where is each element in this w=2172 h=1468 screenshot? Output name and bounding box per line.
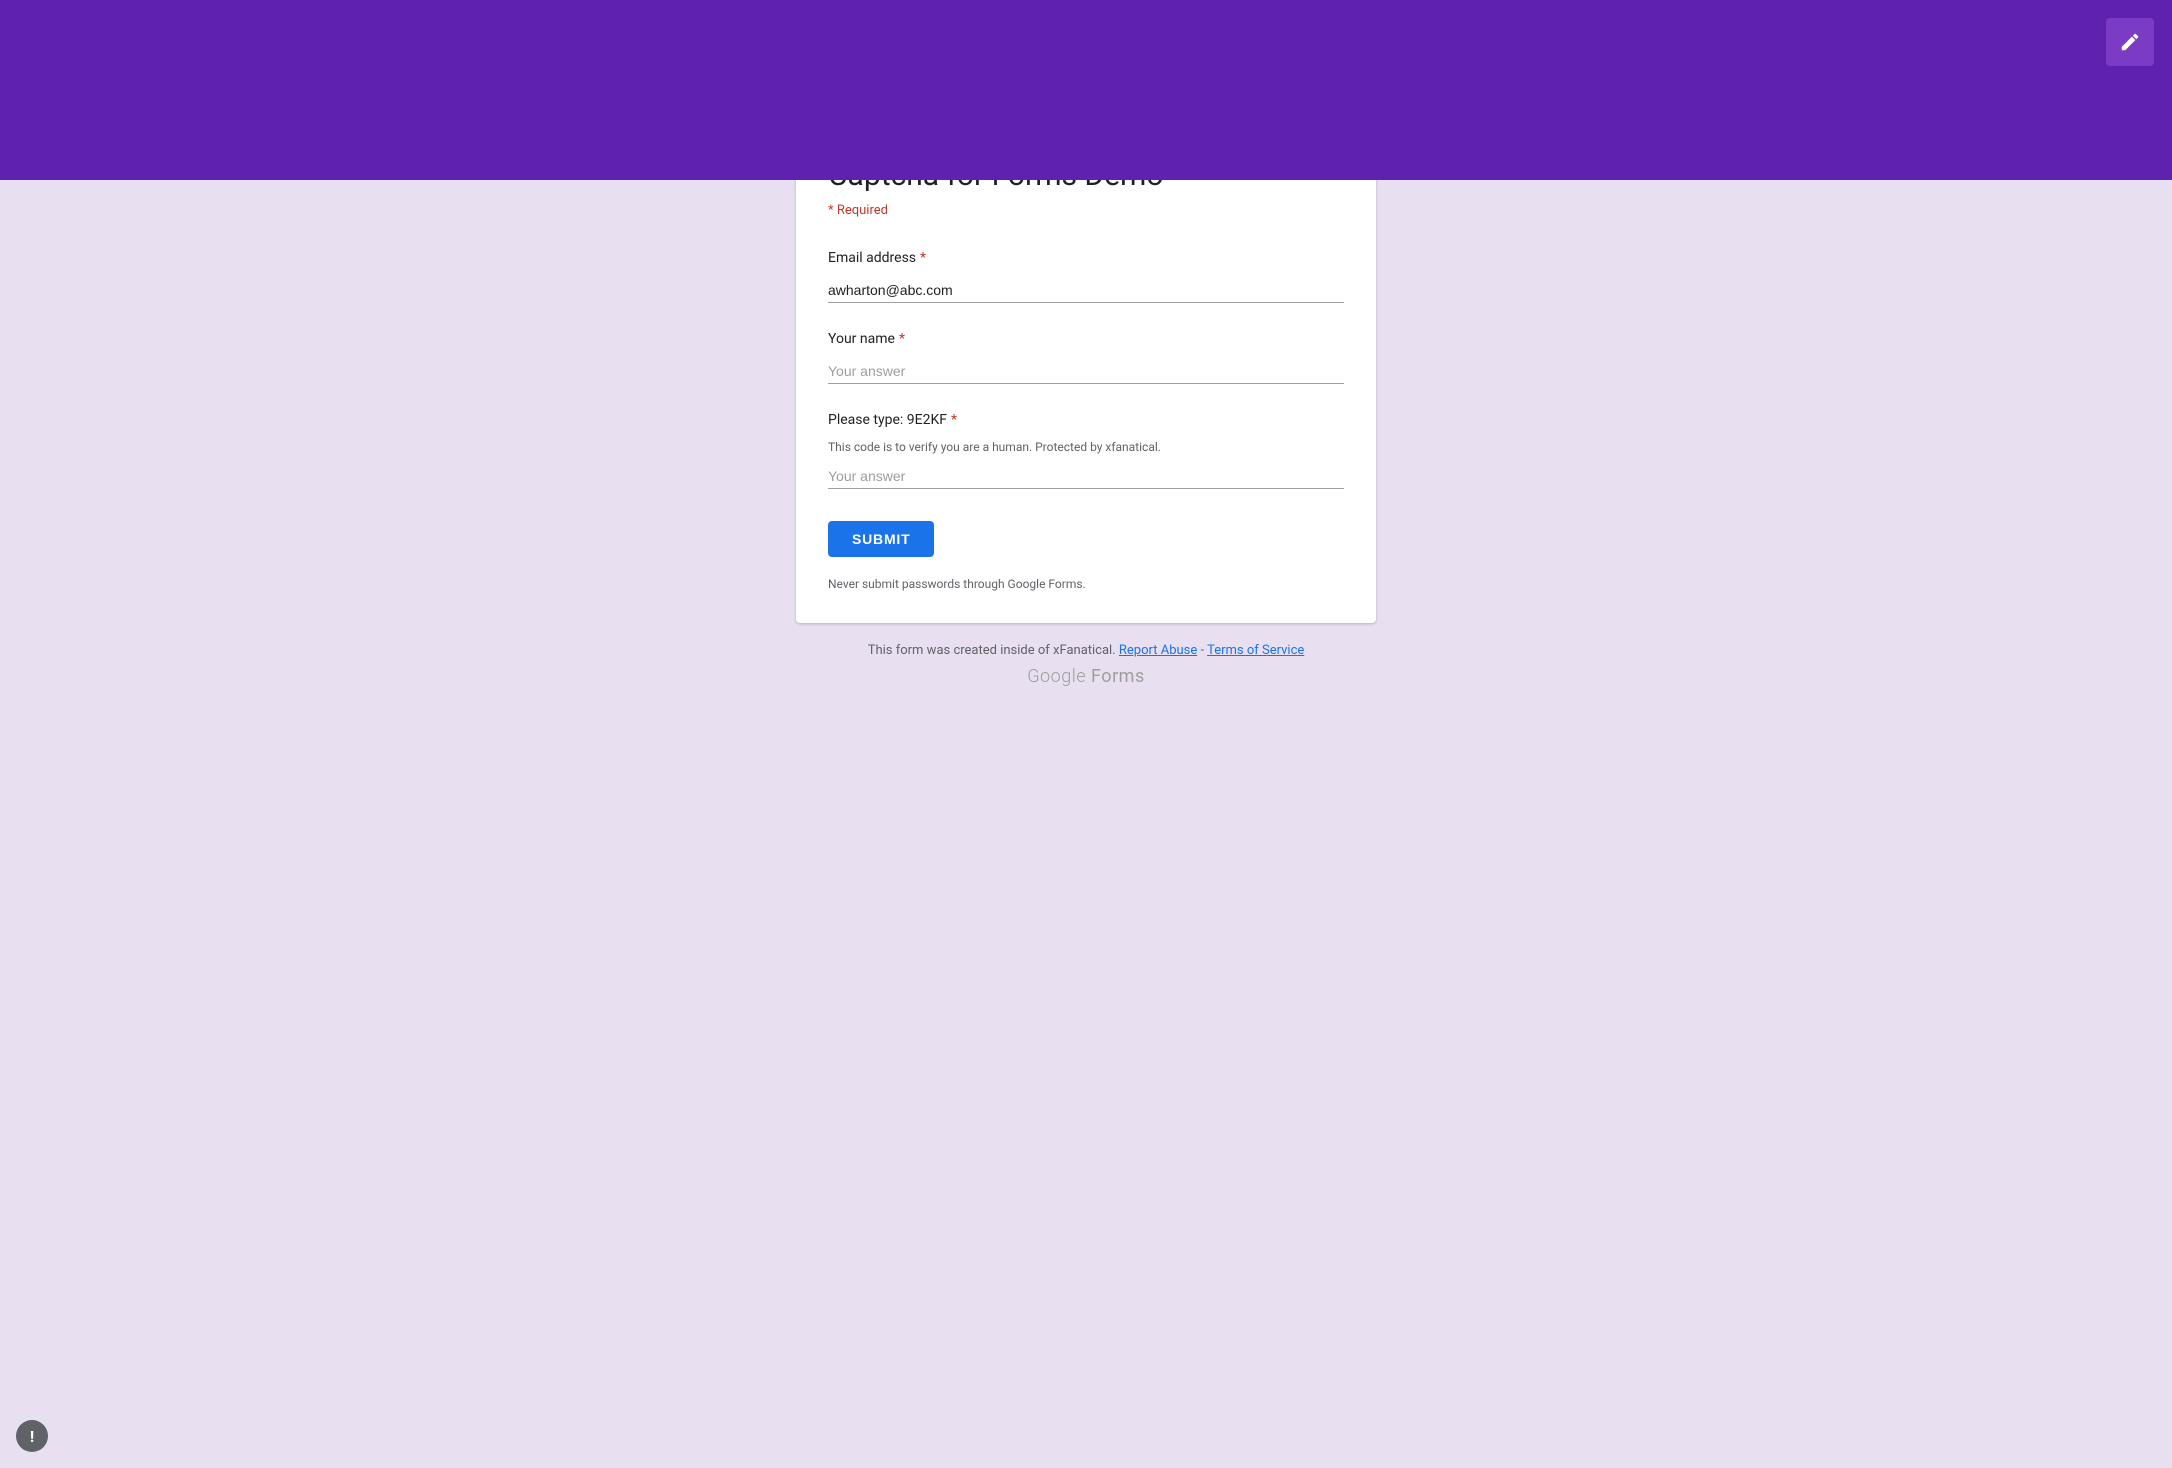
report-abuse-link[interactable]: Report Abuse: [1119, 643, 1197, 658]
captcha-label: Please type: 9E2KF *: [828, 412, 1344, 428]
edit-button[interactable]: [2106, 18, 2154, 66]
header-banner: [0, 0, 2172, 180]
name-required-star: *: [899, 331, 905, 347]
footer-created-text: This form was created inside of xFanatic…: [868, 643, 1305, 658]
email-field-container: Email address *: [828, 250, 1344, 303]
terms-of-service-link[interactable]: Terms of Service: [1207, 643, 1304, 658]
feedback-icon: !: [30, 1427, 34, 1446]
name-input[interactable]: [828, 359, 1344, 384]
form-body: Email address * Your name * Please type:…: [796, 242, 1376, 623]
submit-button[interactable]: SUBMIT: [828, 521, 934, 557]
captcha-field-container: Please type: 9E2KF * This code is to ver…: [828, 412, 1344, 489]
captcha-description: This code is to verify you are a human. …: [828, 440, 1344, 454]
forms-brand-text: Forms: [1091, 666, 1145, 687]
required-note: * Required: [828, 203, 1344, 218]
name-field-container: Your name *: [828, 331, 1344, 384]
pencil-icon: [2119, 31, 2141, 53]
form-card: Captcha for Forms Demo * Required Email …: [796, 120, 1376, 623]
email-label: Email address *: [828, 250, 1344, 266]
never-submit-text: Never submit passwords through Google Fo…: [828, 577, 1344, 591]
captcha-input[interactable]: [828, 464, 1344, 489]
footer: This form was created inside of xFanatic…: [868, 623, 1305, 717]
main-content: Captcha for Forms Demo * Required Email …: [0, 180, 2172, 1468]
captcha-required-star: *: [951, 412, 957, 428]
email-required-star: *: [920, 250, 926, 266]
feedback-button[interactable]: !: [16, 1420, 48, 1452]
name-label: Your name *: [828, 331, 1344, 347]
google-forms-branding: Google Forms: [868, 666, 1305, 687]
email-input[interactable]: [828, 278, 1344, 303]
google-brand-text: Google: [1027, 666, 1086, 687]
